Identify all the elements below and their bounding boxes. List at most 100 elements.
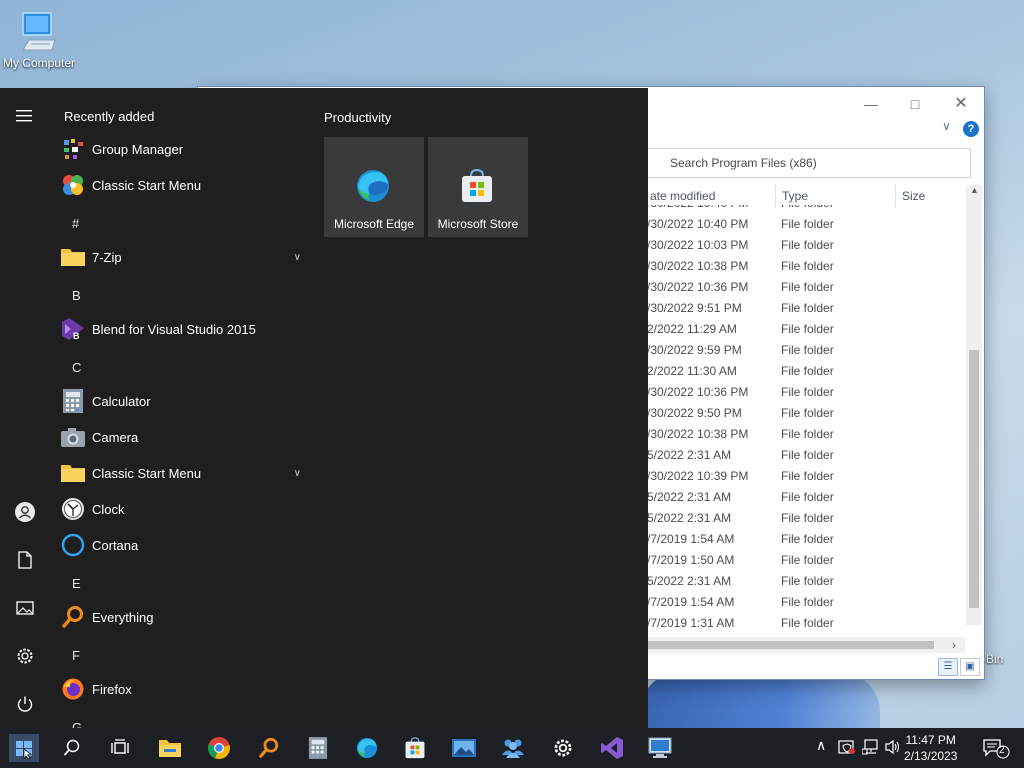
power-icon[interactable] — [13, 692, 37, 716]
app-clock[interactable]: Clock — [60, 491, 305, 527]
table-row[interactable]: /30/2022 10:36 PM File folder — [647, 382, 963, 403]
store-bag-icon — [462, 168, 492, 202]
type-cell: File folder — [781, 574, 834, 588]
settings-gear-icon[interactable] — [13, 644, 37, 668]
table-row[interactable]: /7/2019 1:31 AM File folder — [647, 613, 963, 634]
type-cell: File folder — [781, 280, 834, 294]
remote-desktop-icon[interactable] — [645, 734, 675, 762]
security-shield-icon[interactable] — [838, 739, 856, 758]
date-cell: /30/2022 10:40 PM — [647, 205, 772, 214]
table-row[interactable]: 2/2022 11:29 AM File folder — [647, 319, 963, 340]
table-row[interactable]: 5/2022 2:31 AM File folder — [647, 571, 963, 592]
table-row[interactable]: /30/2022 10:39 PM File folder — [647, 466, 963, 487]
help-icon[interactable]: ? — [963, 121, 979, 137]
column-header-date[interactable]: ate modified — [650, 189, 715, 203]
large-icons-view-icon[interactable]: ▣ — [960, 658, 980, 676]
table-row[interactable]: /30/2022 9:50 PM File folder — [647, 403, 963, 424]
table-row[interactable]: /30/2022 10:38 PM File folder — [647, 256, 963, 277]
vertical-scrollbar[interactable]: ▲ — [966, 185, 982, 625]
tile-label: Microsoft Edge — [333, 217, 415, 231]
column-divider[interactable] — [775, 185, 776, 207]
close-button[interactable]: ✕ — [946, 95, 976, 113]
date-cell: 5/2022 2:31 AM — [647, 511, 732, 525]
table-row[interactable]: /7/2019 1:54 AM File folder — [647, 529, 963, 550]
start-button[interactable] — [9, 734, 39, 762]
user-account-icon[interactable] — [13, 500, 37, 524]
app-classic-start-menu-folder[interactable]: Classic Start Menu ∨ — [60, 455, 305, 491]
date-cell: 2/2022 11:30 AM — [647, 364, 737, 378]
section-letter[interactable]: F — [72, 648, 80, 663]
table-row[interactable]: /30/2022 10:40 PM File folder — [647, 214, 963, 235]
people-icon[interactable] — [498, 734, 528, 762]
media-player-icon[interactable] — [449, 734, 479, 762]
tile-microsoft-store[interactable]: Microsoft Store — [428, 137, 528, 237]
column-header-type[interactable]: Type — [782, 189, 808, 203]
edge-taskbar-icon[interactable] — [352, 734, 382, 762]
section-letter[interactable]: B — [72, 288, 81, 303]
store-taskbar-icon[interactable] — [400, 734, 430, 762]
documents-icon[interactable] — [13, 548, 37, 572]
windows-logo-icon — [16, 741, 32, 759]
app-camera[interactable]: Camera — [60, 419, 305, 455]
clock-readout[interactable]: 11:47 PM 2/13/2023 — [904, 732, 957, 764]
app-cortana[interactable]: Cortana — [60, 527, 305, 563]
column-divider[interactable] — [895, 185, 896, 207]
section-letter[interactable]: C — [72, 360, 81, 375]
calculator-taskbar-icon[interactable] — [303, 734, 333, 762]
visual-studio-icon[interactable] — [597, 734, 627, 762]
table-row[interactable]: /30/2022 9:51 PM File folder — [647, 298, 963, 319]
section-letter[interactable]: # — [72, 216, 79, 231]
date-cell: /7/2019 1:54 AM — [647, 595, 735, 609]
my-computer-desktop-icon[interactable]: My Computer — [0, 10, 78, 70]
scroll-right-arrow-icon[interactable]: › — [952, 638, 956, 652]
chrome-icon[interactable] — [204, 734, 234, 762]
scrollbar-thumb[interactable] — [647, 641, 934, 649]
table-row[interactable]: /30/2022 10:36 PM File folder — [647, 277, 963, 298]
maximize-button[interactable]: □ — [900, 95, 930, 113]
horizontal-scrollbar[interactable]: › — [647, 637, 965, 653]
table-row[interactable]: /30/2022 10:03 PM File folder — [647, 235, 963, 256]
table-row[interactable]: /30/2022 10:38 PM File folder — [647, 424, 963, 445]
settings-taskbar-icon[interactable] — [548, 734, 578, 762]
camera-icon — [60, 424, 86, 450]
table-row[interactable]: 5/2022 2:31 AM File folder — [647, 508, 963, 529]
table-row[interactable]: 5/2022 2:31 AM File folder — [647, 487, 963, 508]
app-classic-start-menu[interactable]: Classic Start Menu — [60, 167, 305, 203]
section-letter[interactable]: E — [72, 576, 81, 591]
app-firefox[interactable]: Firefox — [60, 671, 305, 707]
table-row[interactable]: /7/2019 1:50 AM File folder — [647, 550, 963, 571]
table-row[interactable]: /7/2019 1:54 AM File folder — [647, 592, 963, 613]
app-label: Clock — [92, 501, 125, 517]
table-row[interactable]: 2/2022 11:30 AM File folder — [647, 361, 963, 382]
scroll-up-arrow-icon[interactable]: ▲ — [970, 185, 979, 195]
taskbar-search-icon[interactable] — [57, 734, 87, 762]
app-blend[interactable]: B Blend for Visual Studio 2015 — [60, 311, 305, 347]
table-row[interactable]: 5/2022 2:31 AM File folder — [647, 445, 963, 466]
task-view-icon[interactable] — [105, 734, 135, 762]
file-explorer-taskbar-icon[interactable] — [155, 734, 185, 762]
tile-microsoft-edge[interactable]: Microsoft Edge — [324, 137, 424, 237]
everything-taskbar-icon[interactable] — [254, 734, 284, 762]
recycle-bin-label[interactable]: Bin — [986, 652, 1003, 666]
pictures-icon[interactable] — [13, 596, 37, 620]
hamburger-menu-icon[interactable] — [13, 104, 37, 128]
app-group-manager[interactable]: Group Manager — [60, 131, 305, 167]
table-row[interactable]: /30/2022 9:59 PM File folder — [647, 340, 963, 361]
show-hidden-icons-chevron-up-icon[interactable]: ∧ — [816, 737, 826, 754]
details-view-icon[interactable]: ☰ — [938, 658, 958, 676]
section-letter[interactable]: G — [72, 720, 82, 728]
network-icon[interactable] — [861, 739, 880, 758]
search-input[interactable]: Search Program Files (x86) — [647, 148, 971, 178]
volume-icon[interactable] — [884, 739, 902, 758]
type-cell: File folder — [781, 343, 834, 357]
minimize-button[interactable]: — — [856, 95, 886, 113]
app-everything[interactable]: Everything — [60, 599, 305, 635]
app-7-zip-folder[interactable]: 7-Zip ∨ — [60, 239, 305, 275]
app-calculator[interactable]: Calculator — [60, 383, 305, 419]
column-header-size[interactable]: Size — [902, 189, 925, 203]
table-row[interactable]: /30/2022 10:40 PM File folder — [647, 205, 963, 214]
notifications-icon[interactable]: 2 — [982, 737, 1010, 762]
wallpaper-shape — [640, 672, 880, 728]
scrollbar-thumb[interactable] — [969, 350, 979, 608]
chevron-down-icon[interactable]: ∨ — [942, 119, 951, 133]
